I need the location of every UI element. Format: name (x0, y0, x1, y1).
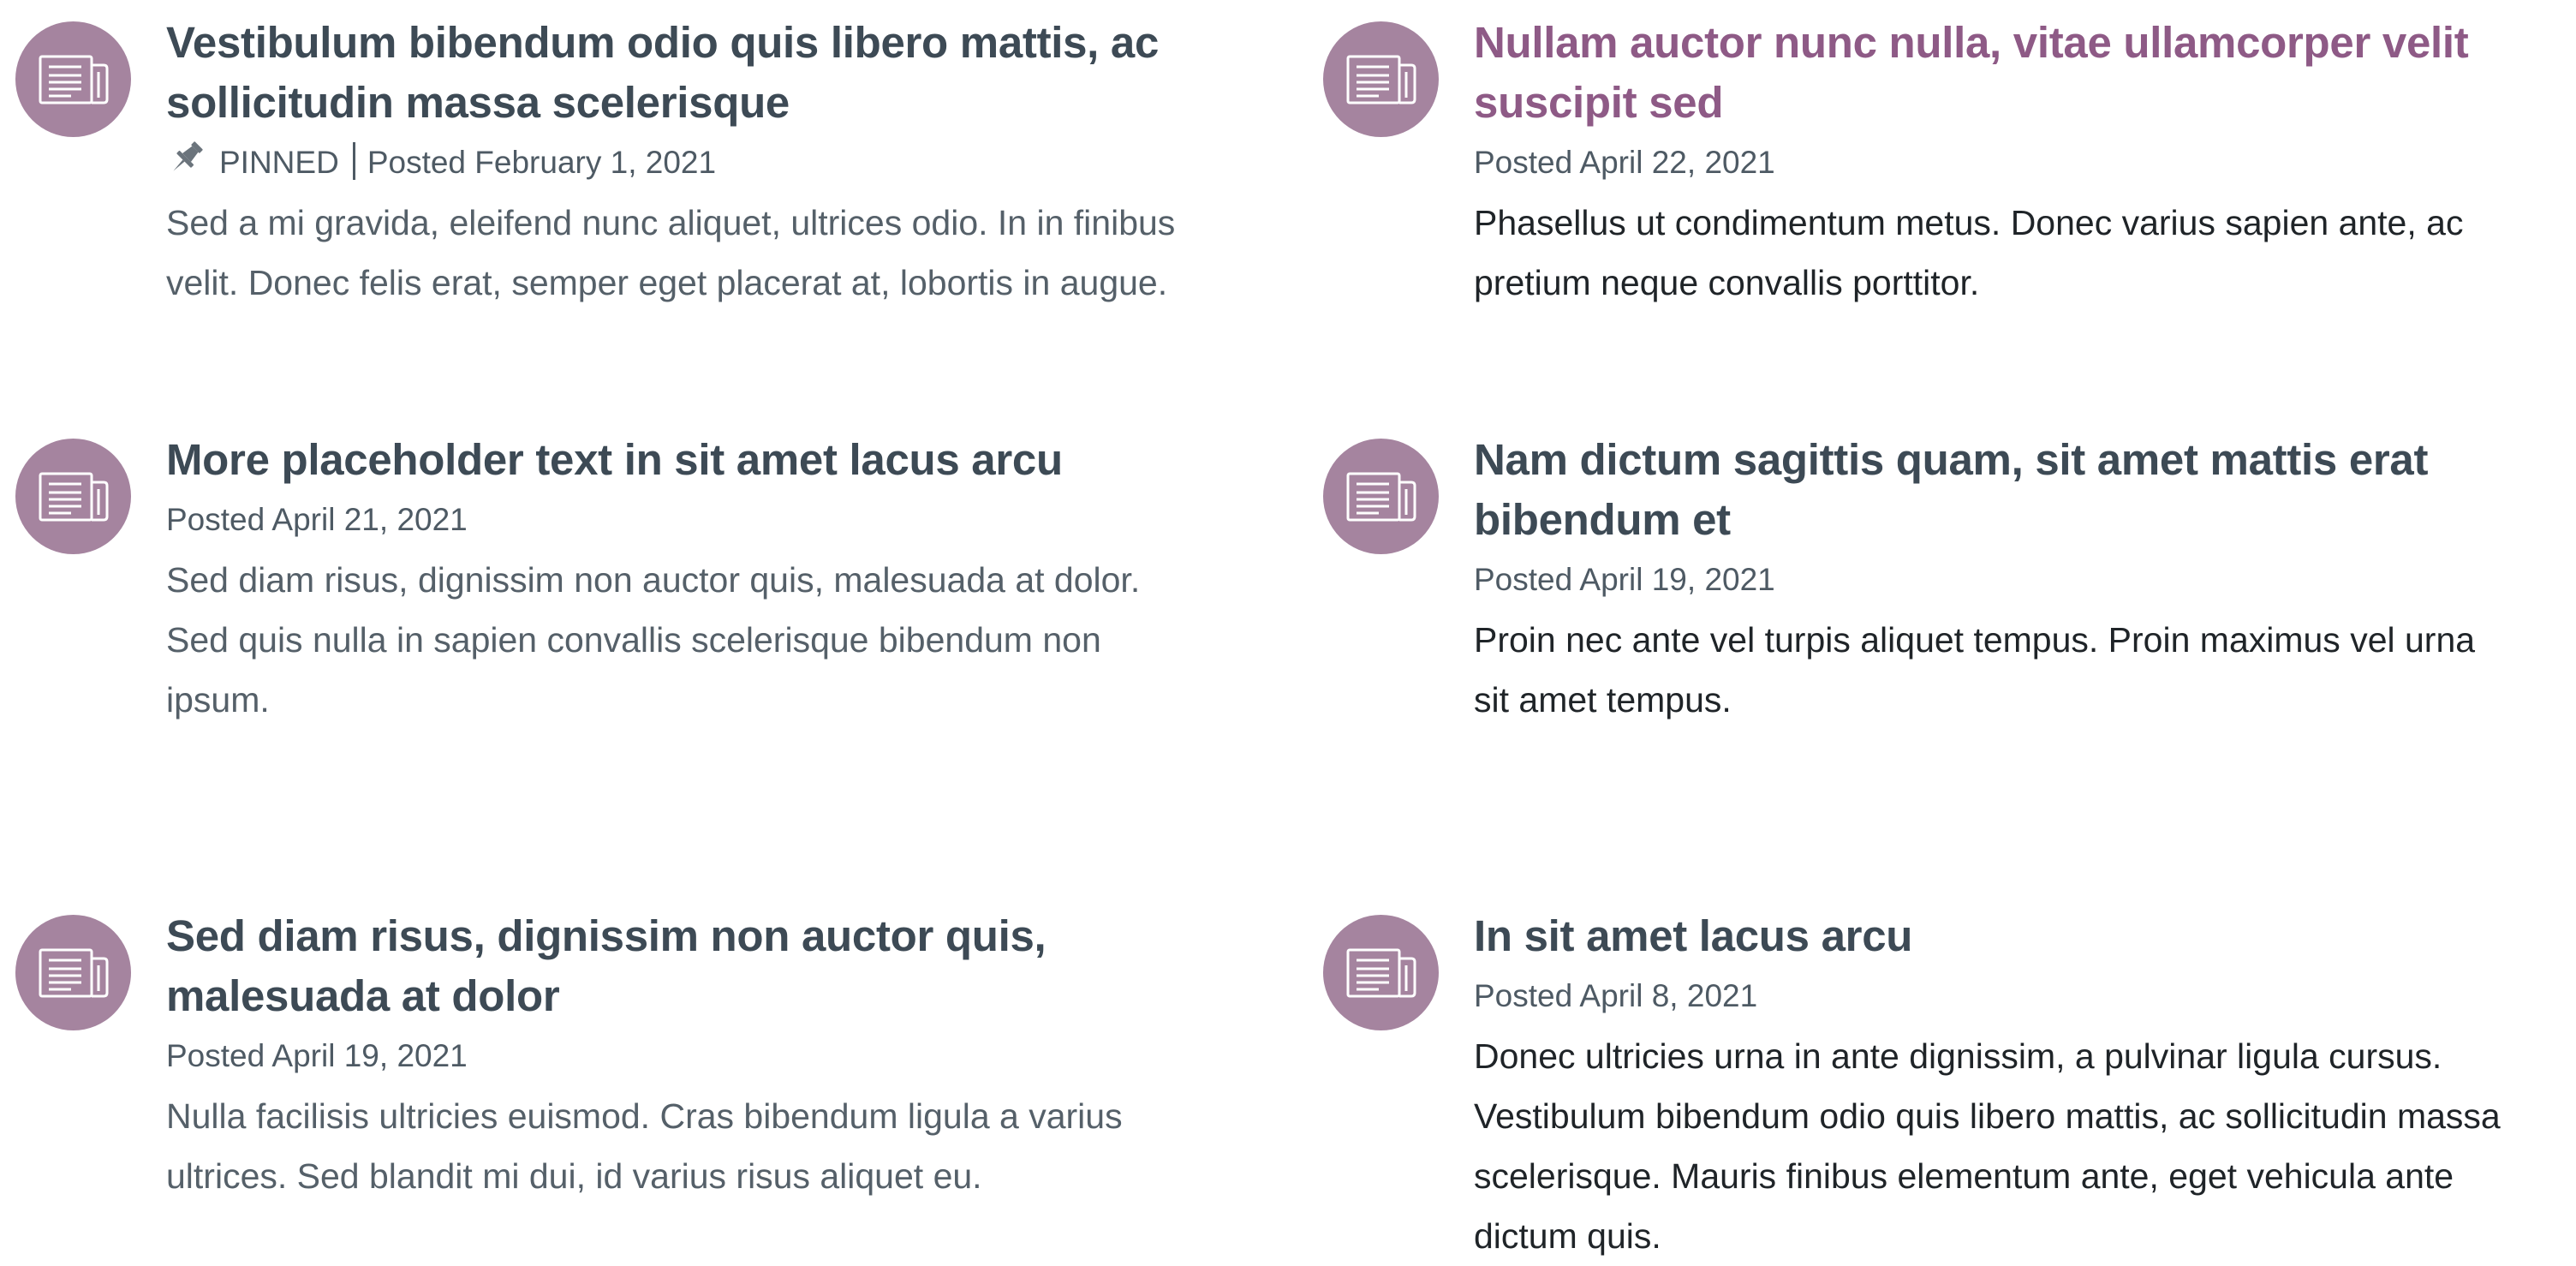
news-content: Nam dictum sagittis quam, sit amet matti… (1474, 430, 2510, 730)
meta-divider (352, 142, 355, 180)
newspaper-icon (15, 915, 131, 1030)
news-content: In sit amet lacus arcu Posted April 8, 2… (1474, 906, 2510, 1266)
news-excerpt: Phasellus ut condimentum metus. Donec va… (1474, 203, 2464, 302)
news-excerpt: Sed a mi gravida, eleifend nunc aliquet,… (166, 203, 1176, 302)
pushpin-icon (166, 137, 207, 178)
post-date: Posted April 19, 2021 (1474, 562, 1775, 597)
newspaper-icon (15, 21, 131, 137)
news-title-link[interactable]: More placeholder text in sit amet lacus … (166, 430, 1202, 490)
news-excerpt: Proin nec ante vel turpis aliquet tempus… (1474, 620, 2476, 720)
news-excerpt: Donec ultricies urna in ante dignissim, … (1474, 1036, 2501, 1256)
post-date: Posted April 19, 2021 (166, 1038, 468, 1073)
post-date: Posted February 1, 2021 (367, 145, 717, 180)
post-date: Posted April 22, 2021 (1474, 145, 1775, 180)
news-content: Sed diam risus, dignissim non auctor qui… (166, 906, 1202, 1206)
newspaper-icon (1323, 915, 1439, 1030)
news-title-link[interactable]: In sit amet lacus arcu (1474, 906, 2510, 966)
pinned-label: PINNED (219, 145, 339, 180)
news-meta: PINNED Posted February 1, 2021 (166, 133, 1202, 193)
news-content: Nullam auctor nunc nulla, vitae ullamcor… (1474, 13, 2510, 313)
newspaper-icon (1323, 439, 1439, 554)
post-date: Posted April 21, 2021 (166, 502, 468, 537)
news-title-link[interactable]: Nullam auctor nunc nulla, vitae ullamcor… (1474, 13, 2510, 133)
post-date: Posted April 8, 2021 (1474, 978, 1758, 1013)
news-excerpt: Nulla facilisis ultricies euismod. Cras … (166, 1096, 1123, 1196)
newspaper-icon (15, 439, 131, 554)
newspaper-icon (1323, 21, 1439, 137)
news-content: Vestibulum bibendum odio quis libero mat… (166, 13, 1202, 313)
news-title-link[interactable]: Sed diam risus, dignissim non auctor qui… (166, 906, 1202, 1026)
news-list: Vestibulum bibendum odio quis libero mat… (0, 0, 2576, 1256)
news-excerpt: Sed diam risus, dignissim non auctor qui… (166, 560, 1141, 720)
news-content: More placeholder text in sit amet lacus … (166, 430, 1202, 730)
news-title-link[interactable]: Vestibulum bibendum odio quis libero mat… (166, 13, 1202, 133)
news-title-link[interactable]: Nam dictum sagittis quam, sit amet matti… (1474, 430, 2510, 550)
